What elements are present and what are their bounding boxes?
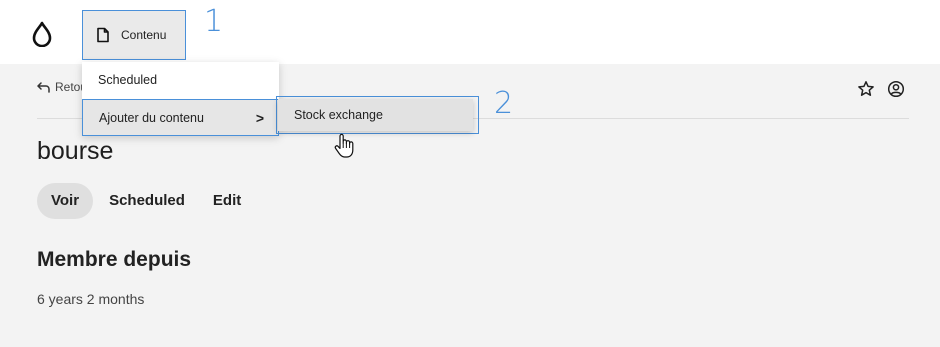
tab-voir[interactable]: Voir: [37, 183, 94, 219]
back-arrow-icon: [37, 81, 50, 93]
chevron-right-icon: >: [255, 110, 264, 126]
top-toolbar: Contenu 1: [0, 0, 940, 64]
submenu-item-stock-exchange[interactable]: Stock exchange: [278, 99, 473, 131]
content-dropdown-menu: Scheduled Ajouter du contenu >: [82, 62, 279, 136]
callout-number-2: 2: [494, 86, 514, 121]
section-title: Membre depuis: [37, 248, 192, 271]
drupal-drop-icon[interactable]: [30, 21, 54, 47]
content-menu-button[interactable]: Contenu: [82, 10, 186, 60]
tab-edit[interactable]: Edit: [201, 183, 253, 219]
local-tabs: Voir Scheduled Edit: [37, 183, 253, 219]
content-menu-label: Contenu: [121, 28, 167, 42]
page-title: bourse: [37, 137, 114, 165]
callout-number-1: 1: [204, 4, 224, 39]
user-icon[interactable]: [887, 80, 905, 98]
menu-item-add-content[interactable]: Ajouter du contenu >: [82, 99, 279, 136]
tab-scheduled[interactable]: Scheduled: [97, 183, 197, 219]
document-icon: [97, 27, 109, 43]
menu-item-scheduled[interactable]: Scheduled: [82, 62, 279, 98]
add-content-submenu: Stock exchange: [276, 96, 479, 134]
star-icon[interactable]: [857, 80, 875, 98]
menu-item-add-content-label: Ajouter du contenu: [99, 111, 204, 125]
hand-cursor-icon: [334, 133, 354, 158]
member-since-value: 6 years 2 months: [37, 291, 145, 307]
